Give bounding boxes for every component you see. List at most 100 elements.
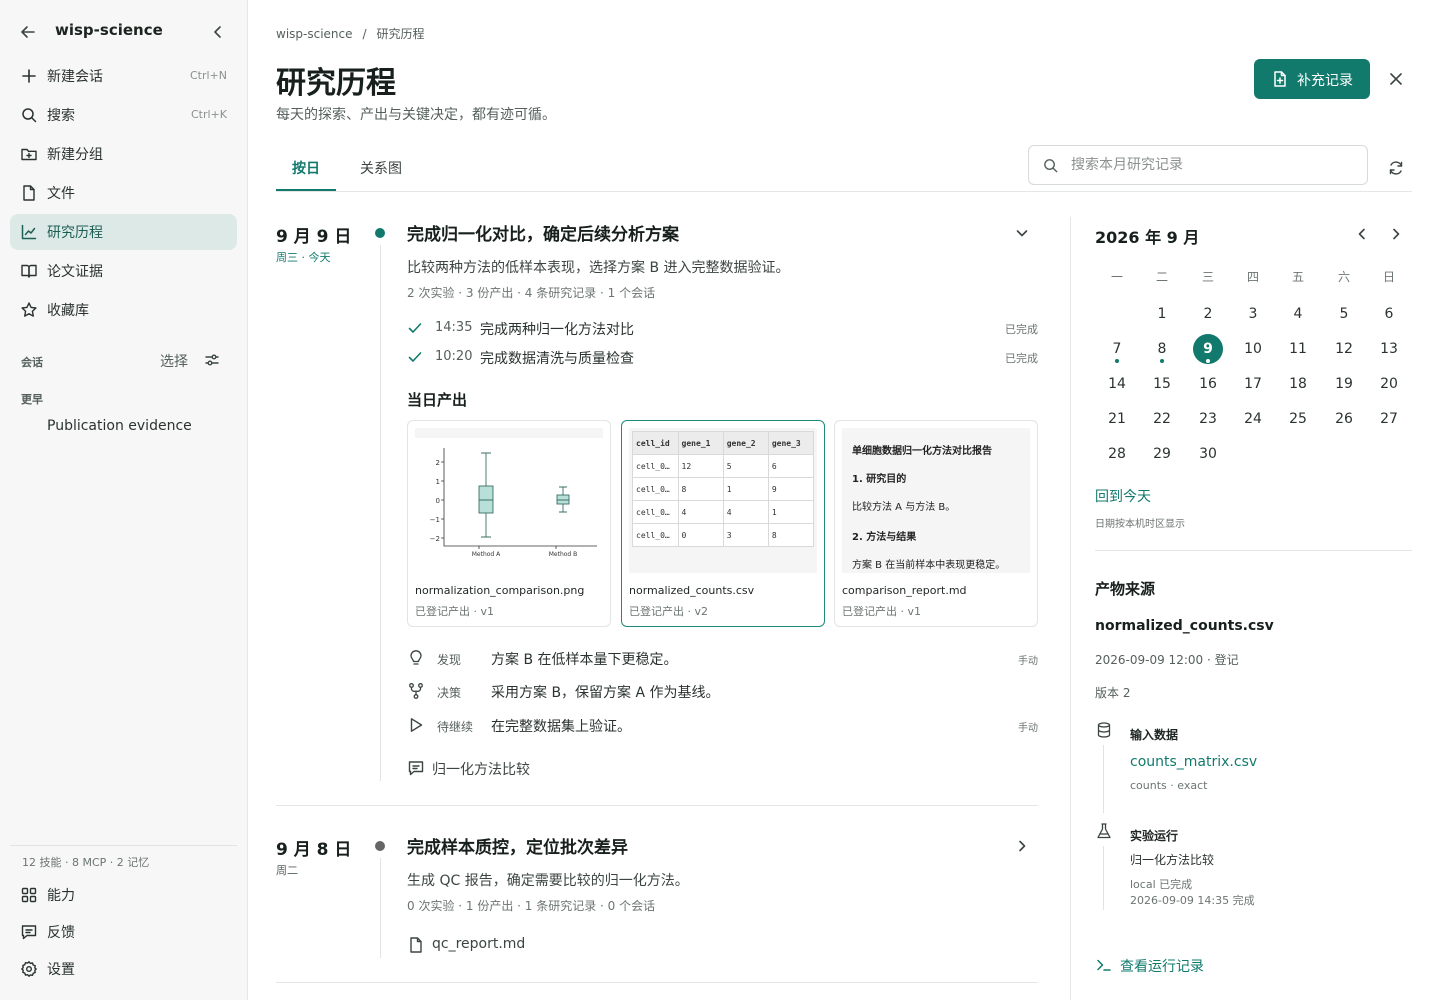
- calendar-day[interactable]: 25: [1283, 404, 1313, 434]
- calendar-day[interactable]: 5: [1329, 299, 1359, 329]
- calendar-day[interactable]: 30: [1193, 439, 1223, 469]
- file-icon: [407, 936, 425, 954]
- output-card[interactable]: 单细胞数据归一化方法对比报告 1. 研究目的 比较方法 A 与方法 B。 2. …: [834, 420, 1038, 627]
- sidebar-item-favorites[interactable]: 收藏库: [10, 292, 237, 328]
- select-button[interactable]: 选择: [160, 351, 188, 371]
- chevron-down-icon[interactable]: [1013, 224, 1031, 242]
- chevron-left-icon[interactable]: [208, 22, 228, 42]
- chevron-left-icon[interactable]: [1353, 225, 1371, 243]
- provenance-time: 2026-09-09 12:00 · 登记: [1095, 653, 1239, 667]
- input-file-link[interactable]: counts_matrix.csv: [1130, 754, 1257, 770]
- input-data-label: 输入数据: [1130, 728, 1179, 742]
- output-card[interactable]: 2 1 0 −1 −2 Method A Method B normalizat…: [407, 420, 611, 627]
- calendar-day[interactable]: 22: [1147, 404, 1177, 434]
- chevron-right-icon[interactable]: [1013, 837, 1031, 855]
- entry-meta: 2 次实验 · 3 份产出 · 4 条研究记录 · 1 个会话: [407, 286, 656, 300]
- back-to-today-link[interactable]: 回到今天: [1095, 486, 1151, 506]
- calendar-day[interactable]: 6: [1374, 299, 1404, 329]
- sidebar-item-new-group[interactable]: 新建分组: [10, 136, 237, 172]
- breadcrumb-current: 研究历程: [376, 27, 425, 41]
- chevron-right-icon[interactable]: [1387, 225, 1405, 243]
- close-icon[interactable]: [1386, 69, 1406, 89]
- calendar-day[interactable]: 13: [1374, 334, 1404, 364]
- conversation-item[interactable]: Publication evidence: [47, 418, 192, 434]
- sidebar-item-capabilities[interactable]: 能力: [10, 877, 237, 913]
- calendar-day[interactable]: 17: [1238, 369, 1268, 399]
- calendar-day[interactable]: 28: [1102, 439, 1132, 469]
- doc-paragraph: 比较方法 A 与方法 B。: [852, 502, 956, 513]
- entry-description: 比较两种方法的低样本表现，选择方案 B 进入完整数据验证。: [407, 260, 790, 276]
- sliders-icon[interactable]: [203, 351, 221, 369]
- sidebar-item-label: 能力: [47, 888, 75, 904]
- star-icon: [20, 301, 38, 319]
- day-separator: [276, 982, 1038, 983]
- breadcrumb: wisp-science / 研究历程: [276, 27, 425, 41]
- arrow-left-icon[interactable]: [18, 22, 38, 42]
- output-filename: qc_report.md: [432, 936, 526, 952]
- sidebar-item-search[interactable]: 搜索 Ctrl+K: [10, 97, 237, 133]
- refresh-icon[interactable]: [1387, 159, 1405, 177]
- calendar-day[interactable]: 15: [1147, 369, 1177, 399]
- calendar-activity-dot: [1206, 359, 1210, 363]
- provenance-line: [1103, 745, 1104, 813]
- calendar-day[interactable]: 21: [1102, 404, 1132, 434]
- note-kind: 待继续: [437, 720, 474, 734]
- folder-plus-icon: [20, 145, 38, 163]
- csv-preview-table: cell_id gene_1 gene_2 gene_3 cell_0… 12 5 6 ce…: [632, 431, 815, 547]
- shortcut-hint: Ctrl+N: [189, 69, 227, 82]
- sessions-section-label: 会话: [21, 356, 43, 369]
- decision-note: 决策 采用方案 B，保留方案 A 作为基线。: [407, 679, 1038, 703]
- calendar-day[interactable]: 11: [1283, 334, 1313, 364]
- calendar-day[interactable]: 18: [1283, 369, 1313, 399]
- calendar-day[interactable]: 3: [1238, 299, 1268, 329]
- calendar-day[interactable]: 24: [1238, 404, 1268, 434]
- calendar-day[interactable]: 10: [1238, 334, 1268, 364]
- calendar-day[interactable]: 26: [1329, 404, 1359, 434]
- output-filename: normalization_comparison.png: [415, 584, 585, 597]
- calendar-day[interactable]: 12: [1329, 334, 1359, 364]
- entry-title: 完成归一化对比，确定后续分析方案: [407, 225, 679, 245]
- message-icon: [20, 923, 38, 941]
- timeline-dot: [375, 228, 385, 238]
- x-tick-label: Method A: [472, 551, 501, 558]
- breadcrumb-workspace[interactable]: wisp-science: [276, 27, 353, 41]
- tab-graph[interactable]: 关系图: [360, 158, 402, 178]
- calendar-day[interactable]: 27: [1374, 404, 1404, 434]
- tab-by-day[interactable]: 按日: [292, 158, 320, 178]
- calendar-weekday: 六: [1337, 270, 1350, 284]
- timezone-note: 日期按本机时区显示: [1095, 519, 1185, 530]
- search-input[interactable]: [1071, 155, 1351, 175]
- sidebar-item-new-session[interactable]: 新建会话 Ctrl+N: [10, 58, 237, 94]
- sidebar-item-research-history[interactable]: 研究历程: [10, 214, 237, 250]
- calendar-day[interactable]: 23: [1193, 404, 1223, 434]
- calendar-day[interactable]: 19: [1329, 369, 1359, 399]
- sidebar-item-feedback[interactable]: 反馈: [10, 914, 237, 950]
- add-record-button[interactable]: 补充记录: [1254, 59, 1370, 99]
- add-record-label: 补充记录: [1297, 73, 1353, 89]
- calendar-day[interactable]: 1: [1147, 299, 1177, 329]
- calendar-day[interactable]: 2: [1193, 299, 1223, 329]
- provenance-line: [1103, 846, 1104, 910]
- run-status: local 已完成: [1130, 878, 1193, 891]
- output-card-selected[interactable]: cell_id gene_1 gene_2 gene_3 cell_0… 12 5 6 ce…: [621, 420, 825, 627]
- sidebar-item-paper-evidence[interactable]: 论文证据: [10, 253, 237, 289]
- task-text: 完成两种归一化方法对比: [480, 322, 634, 338]
- sidebar-item-settings[interactable]: 设置: [10, 951, 237, 987]
- search-icon: [1042, 157, 1059, 174]
- doc-title: 单细胞数据归一化方法对比报告: [852, 446, 992, 457]
- sidebar-item-files[interactable]: 文件: [10, 175, 237, 211]
- divider: [10, 845, 237, 846]
- calendar-day[interactable]: 14: [1102, 369, 1132, 399]
- plus-icon: [20, 67, 38, 85]
- calendar-weekday: 日: [1382, 270, 1395, 284]
- task-item: 10:20 完成数据清洗与质量检查 已完成: [407, 346, 1038, 368]
- search-icon: [20, 106, 38, 124]
- calendar-day[interactable]: 29: [1147, 439, 1177, 469]
- calendar-day[interactable]: 16: [1193, 369, 1223, 399]
- note-kind: 发现: [437, 653, 462, 667]
- calendar-day[interactable]: 20: [1374, 369, 1404, 399]
- output-meta: 已登记产出 · v1: [842, 605, 921, 618]
- note-text: 在完整数据集上验证。: [491, 719, 631, 735]
- calendar-day[interactable]: 4: [1283, 299, 1313, 329]
- day-date: 9 月 8 日: [276, 840, 352, 860]
